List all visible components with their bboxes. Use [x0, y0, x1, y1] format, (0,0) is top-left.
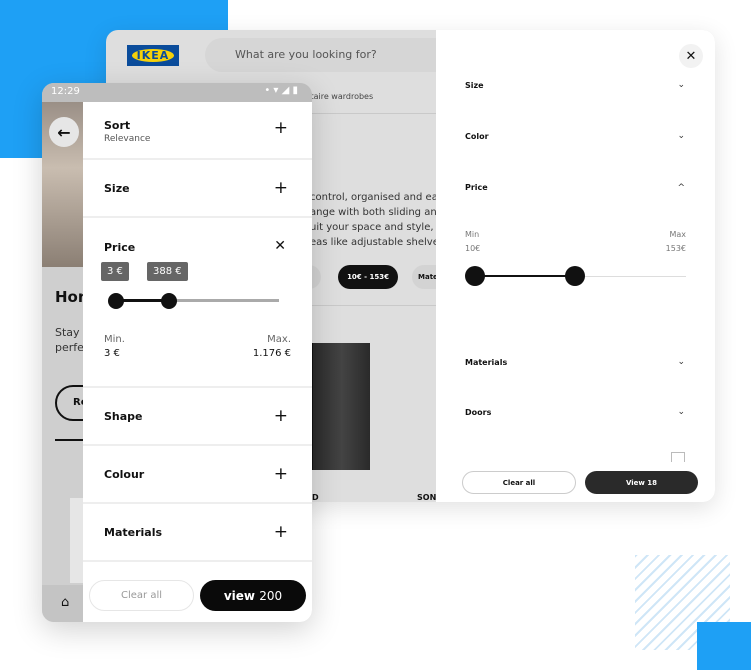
filter-size[interactable]: Size + — [83, 160, 312, 218]
plus-icon[interactable]: + — [274, 118, 288, 138]
filter-sheet: Sort Relevance + Size + Price ✕ 3 € 388 … — [83, 102, 312, 622]
filter-label: Colour — [104, 468, 145, 481]
filter-label: Price — [104, 241, 136, 254]
price-min: Min 10€ — [465, 230, 481, 253]
wardrobe-product-image[interactable] — [312, 343, 370, 470]
filter-price[interactable]: Price — [465, 183, 488, 192]
plus-icon[interactable]: + — [274, 406, 288, 426]
status-icons: • ▾ ◢ ▮ — [264, 85, 298, 96]
status-bar: 12:29 • ▾ ◢ ▮ — [42, 83, 312, 102]
close-icon[interactable]: ✕ — [274, 238, 286, 254]
filter-size[interactable]: Size — [465, 81, 484, 90]
filter-label: Shape — [104, 410, 143, 423]
price-slider-max-handle[interactable] — [565, 266, 585, 286]
breadcrumb[interactable]: litaire wardrobes — [306, 92, 373, 101]
filter-color[interactable]: Color — [465, 132, 489, 141]
chevron-down-icon[interactable]: ⌄ — [677, 131, 685, 141]
decorative-blue-square — [697, 622, 751, 670]
view-results-button[interactable]: View 18 — [585, 471, 698, 494]
plus-icon[interactable]: + — [274, 522, 288, 542]
filter-doors[interactable]: Doors — [465, 408, 491, 417]
chevron-down-icon[interactable]: ⌄ — [677, 80, 685, 90]
checkbox[interactable] — [671, 452, 685, 462]
filter-label: Size — [104, 182, 130, 195]
price-slider-range — [475, 275, 575, 277]
price-tooltip-max: 388 € — [147, 262, 188, 281]
price-filter-chip[interactable]: 10€ - 153€ — [338, 265, 398, 289]
price-slider-max-handle[interactable] — [161, 293, 177, 309]
filter-panel: ✕ Size ⌄ Color ⌄ Price ^ Min 10€ Max 153€ … — [436, 30, 715, 502]
price-slider-min-handle[interactable] — [108, 293, 124, 309]
close-icon[interactable]: ✕ — [679, 44, 703, 68]
chevron-up-icon[interactable]: ^ — [677, 183, 685, 193]
clear-all-button[interactable]: Clear all — [462, 471, 576, 494]
mobile-phone: 12:29 • ▾ ◢ ▮ ← Hon Stay c perfe Re ⌂ Sor… — [42, 83, 312, 622]
plus-icon[interactable]: + — [274, 178, 288, 198]
view-results-button[interactable]: view 200 — [200, 580, 306, 611]
price-max: Max 153€ — [665, 230, 686, 253]
bottom-nav: ⌂ — [42, 585, 83, 622]
price-min: Min. 3 € — [104, 334, 125, 359]
filter-price: Price ✕ 3 € 388 € Min. 3 € Max. 1.176 € — [83, 218, 312, 388]
filter-shape[interactable]: Shape + — [83, 388, 312, 446]
price-slider-min-handle[interactable] — [465, 266, 485, 286]
price-tooltip-min: 3 € — [101, 262, 129, 281]
product-image[interactable] — [70, 498, 83, 583]
status-time: 12:29 — [51, 86, 80, 97]
home-icon[interactable]: ⌂ — [61, 595, 69, 610]
clear-all-button[interactable]: Clear all — [89, 580, 194, 611]
view-label: view — [223, 588, 256, 603]
filter-label: Sort — [104, 119, 131, 132]
filter-label: Materials — [104, 526, 163, 539]
product-name[interactable]: D — [312, 493, 319, 502]
filter-sort[interactable]: Sort Relevance + — [83, 102, 312, 160]
chevron-down-icon[interactable]: ⌄ — [677, 357, 685, 367]
filter-materials[interactable]: Materials — [465, 358, 507, 367]
back-arrow-icon[interactable]: ← — [49, 117, 79, 147]
sort-value: Relevance — [104, 134, 151, 144]
plus-icon[interactable]: + — [274, 464, 288, 484]
filter-colour[interactable]: Colour + — [83, 446, 312, 504]
filter-materials[interactable]: Materials + — [83, 504, 312, 562]
chevron-down-icon[interactable]: ⌄ — [677, 407, 685, 417]
price-max: Max. 1.176 € — [252, 334, 291, 359]
ikea-logo[interactable]: IKEA — [127, 45, 179, 66]
result-count: 200 — [259, 588, 283, 603]
